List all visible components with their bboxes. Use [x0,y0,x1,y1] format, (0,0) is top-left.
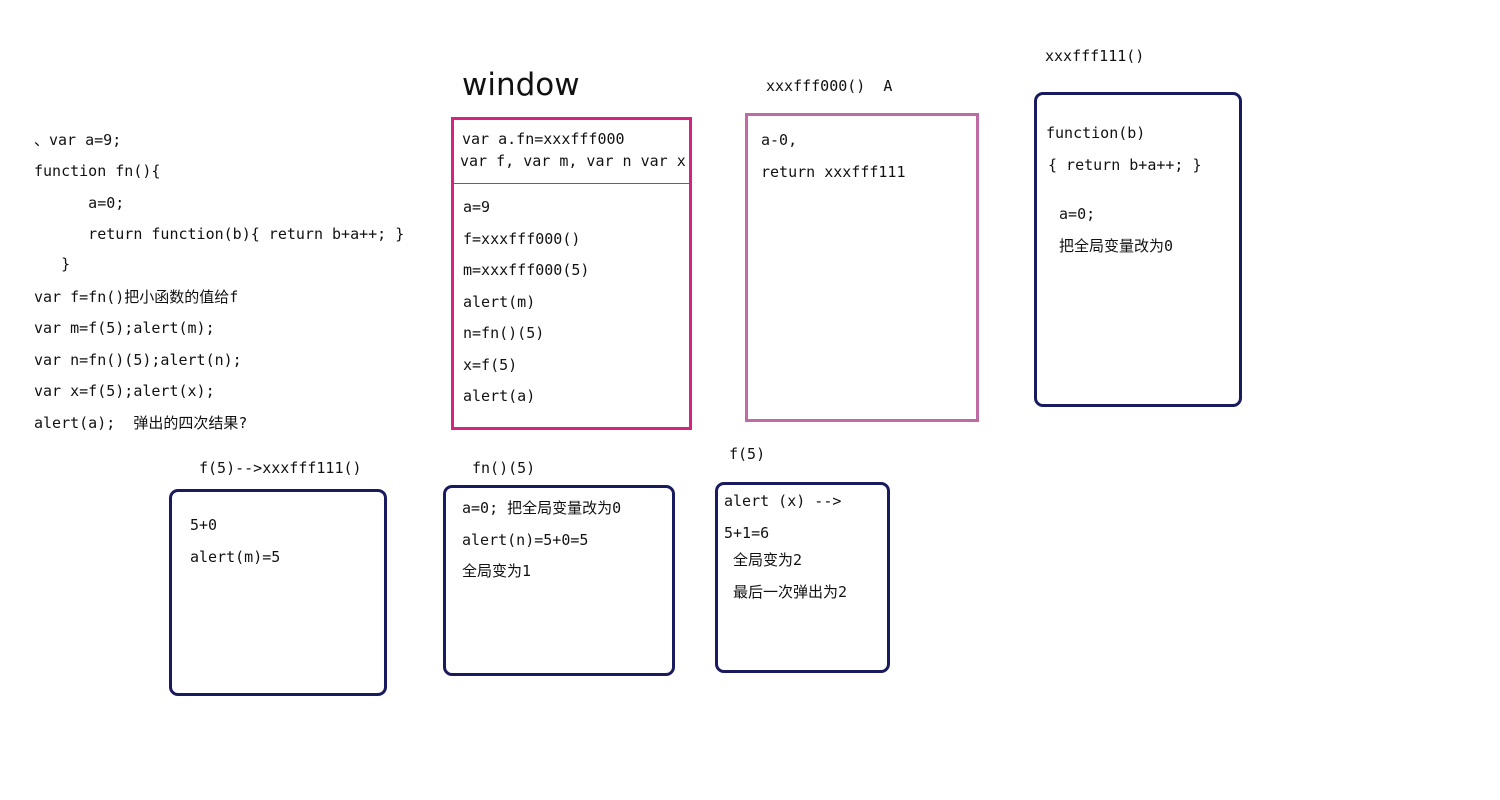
window-header-line: var f, var m, var n var x [460,152,686,170]
call2-line: a=0; 把全局变量改为0 [462,499,622,517]
inner-fn-line: { return b+a++; } [1048,156,1202,174]
call3-line: 全局变为2 [724,551,803,569]
window-header-line: var a.fn=xxxfff000 [462,130,625,148]
code-line: var n=fn()(5);alert(n); [34,351,242,369]
call2-title: fn()(5) [472,459,536,477]
code-line: a=0; [34,194,125,212]
fn-scope-box [745,113,979,422]
call2-line: 全局变为1 [462,562,532,580]
call3-line: 最后一次弹出为2 [724,583,848,601]
window-line: x=f(5) [463,356,518,374]
code-line: 、var a=9; [34,131,122,149]
call2-line: alert(n)=5+0=5 [462,531,589,549]
call3-box [715,482,890,673]
fn-scope-line: a-0, [761,131,798,149]
window-divider [454,183,689,184]
code-line: var x=f(5);alert(x); [34,382,215,400]
window-line: f=xxxfff000() [463,230,581,248]
fn-scope-title: xxxfff000() A [766,77,893,95]
code-line: return function(b){ return b+a++; } [34,225,405,243]
window-title: window [462,67,580,103]
call1-line: 5+0 [190,516,218,534]
code-line: var f=fn()把小函数的值给f [34,288,239,306]
call3-title: f(5) [729,445,766,463]
fn-scope-line: return xxxfff111 [761,163,906,181]
window-line: m=xxxfff000(5) [463,261,590,279]
inner-fn-line: a=0; [1050,205,1096,223]
call3-line: 5+1=6 [724,524,770,542]
call1-line: alert(m)=5 [190,548,281,566]
code-line: function fn(){ [34,162,161,180]
inner-fn-line: function(b) [1046,124,1146,142]
window-line: alert(a) [463,387,536,405]
window-line: a=9 [463,198,491,216]
call3-line: alert (x) --> [724,492,842,510]
inner-fn-title: xxxfff111() [1045,47,1145,65]
window-line: n=fn()(5) [463,324,545,342]
inner-fn-line: 把全局变量改为0 [1050,237,1174,255]
window-line: alert(m) [463,293,536,311]
code-line: var m=f(5);alert(m); [34,319,215,337]
call1-title: f(5)-->xxxfff111() [199,459,362,477]
code-line: } [34,255,71,273]
code-line: alert(a); 弹出的四次结果? [34,414,248,432]
